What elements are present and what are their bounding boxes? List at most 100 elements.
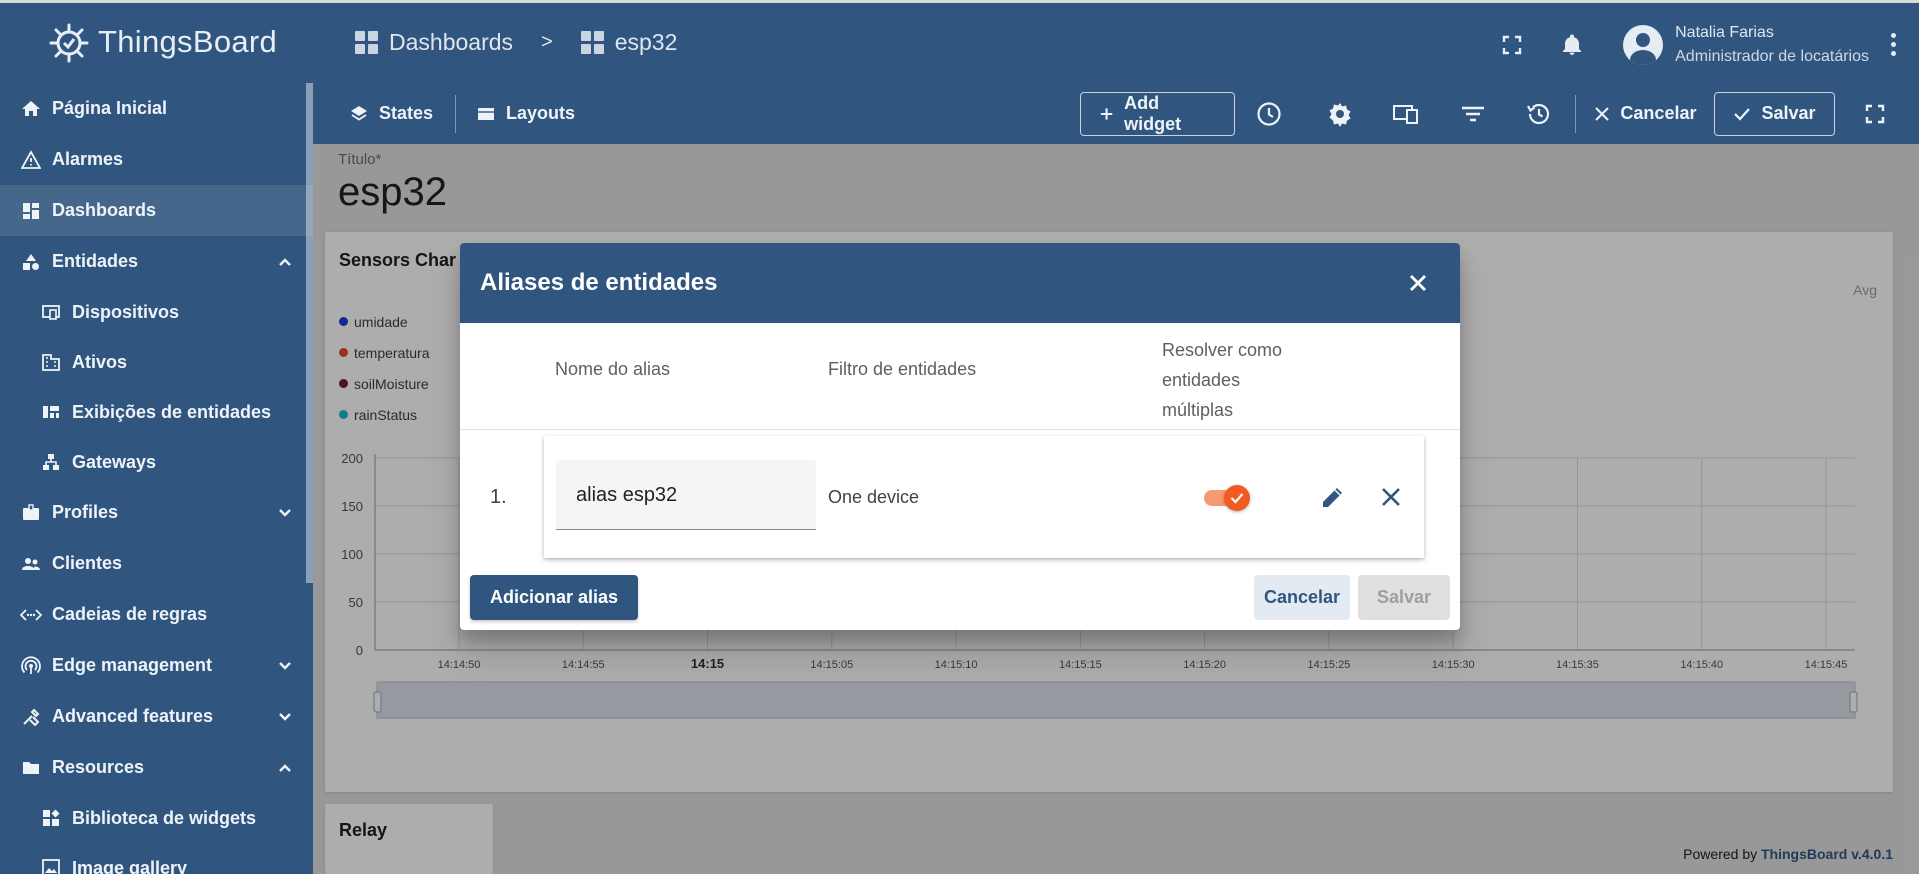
- fullscreen-icon: [1502, 35, 1522, 54]
- settings-button[interactable]: [1325, 99, 1354, 129]
- version-history-button[interactable]: [1525, 99, 1554, 129]
- more-vert-icon[interactable]: [1891, 33, 1897, 56]
- sidebar-scrollbar[interactable]: [306, 83, 313, 583]
- dashboard-toolbar: States Layouts Add widget Cancelar Salva…: [313, 83, 1919, 144]
- sidebar-item-edge-management[interactable]: Edge management: [0, 640, 313, 691]
- sidebar-item-entity-views[interactable]: Exibições de entidades: [0, 387, 313, 437]
- sidebar-item-customers[interactable]: Clientes: [0, 538, 313, 589]
- dashboard-fullscreen-button[interactable]: [1861, 99, 1890, 129]
- sidebar-item-gateways[interactable]: Gateways: [0, 437, 313, 487]
- sidebar-item-image-gallery[interactable]: Image gallery: [0, 843, 313, 874]
- header-actions: Natalia Farias Administrador de locatári…: [1497, 3, 1919, 86]
- sidebar-item-widget-library[interactable]: Biblioteca de widgets: [0, 793, 313, 843]
- chevron-up-icon: [279, 257, 291, 266]
- sidebar-item-profiles[interactable]: Profiles: [0, 487, 313, 538]
- top-header: ThingsBoard Dashboards > esp32 Natalia F…: [0, 0, 1919, 83]
- sidebar-item-label: Ativos: [72, 351, 128, 372]
- sidebar-item-alarms[interactable]: Alarmes: [0, 134, 313, 185]
- filter-list-icon: [1461, 106, 1484, 121]
- sidebar-item-label: Gateways: [72, 451, 157, 472]
- sidebar: Página Inicial Alarmes Dashboards Entida…: [0, 83, 313, 874]
- devices-button[interactable]: [1392, 99, 1421, 129]
- sidebar-item-entities[interactable]: Entidades: [0, 236, 313, 287]
- sidebar-item-label: Resources: [52, 757, 145, 777]
- brand-logo[interactable]: ThingsBoard: [46, 19, 277, 65]
- close-icon[interactable]: [1404, 269, 1432, 297]
- col-resolve-multiple-line: entidades: [1162, 370, 1241, 390]
- cancel-edit-label: Cancelar: [1620, 103, 1697, 123]
- history-icon: [1527, 103, 1550, 124]
- dialog-header: Aliases de entidades: [460, 243, 1460, 323]
- gear-icon: [1329, 102, 1351, 127]
- cancel-button[interactable]: Cancelar: [1254, 575, 1351, 620]
- sidebar-item-label: Image gallery: [72, 857, 188, 874]
- toolbar-divider: [455, 94, 456, 133]
- settings-ethernet-icon: [20, 604, 42, 626]
- close-icon: [1595, 106, 1610, 121]
- chevron-down-icon: [279, 508, 291, 517]
- clock-icon: [1257, 101, 1281, 126]
- sidebar-item-rule-chains[interactable]: Cadeias de regras: [0, 589, 313, 640]
- sidebar-item-assets[interactable]: Ativos: [0, 337, 313, 387]
- sidebar-item-label: Edge management: [52, 655, 213, 675]
- devices-icon: [40, 301, 62, 323]
- sidebar-item-dashboards[interactable]: Dashboards: [0, 185, 313, 236]
- warning-icon: [20, 149, 42, 171]
- sidebar-item-home[interactable]: Página Inicial: [0, 83, 313, 134]
- sidebar-item-label: Clientes: [52, 553, 123, 573]
- alias-name-input[interactable]: alias esp32: [556, 460, 816, 530]
- sidebar-item-label: Dispositivos: [72, 301, 180, 322]
- devices-icon: [1393, 104, 1419, 124]
- save-button[interactable]: Salvar: [1358, 575, 1450, 620]
- edit-icon[interactable]: [1320, 484, 1346, 510]
- save-dashboard-label: Salvar: [1761, 103, 1816, 123]
- entity-aliases-dialog: Aliases de entidades Nome do alias Filtr…: [460, 243, 1460, 630]
- layouts-button[interactable]: Layouts: [476, 103, 575, 124]
- col-resolve-multiple-line: múltiplas: [1162, 400, 1234, 420]
- chevron-up-icon: [279, 763, 291, 772]
- brand-name: ThingsBoard: [98, 24, 278, 59]
- add-alias-button[interactable]: Adicionar alias: [470, 575, 639, 620]
- col-resolve-multiple: Resolver como entidades múltiplas: [1162, 335, 1282, 425]
- fullscreen-icon: [1865, 104, 1884, 123]
- widgets-icon: [40, 807, 62, 829]
- states-label: States: [379, 103, 434, 123]
- notifications-button[interactable]: [1557, 30, 1587, 60]
- breadcrumb-current-label: esp32: [614, 29, 678, 55]
- toolbar-divider: [1575, 94, 1577, 133]
- toggle-thumb: [1224, 485, 1250, 511]
- save-dashboard-button[interactable]: Salvar: [1714, 91, 1835, 136]
- user-name: Natalia Farias: [1675, 23, 1774, 41]
- breadcrumb-current: esp32: [580, 29, 678, 56]
- row-index: 1.: [490, 486, 507, 508]
- chevron-down-icon: [279, 661, 291, 670]
- filters-button[interactable]: [1458, 99, 1487, 129]
- thingsboard-logo-icon: [49, 23, 89, 63]
- sidebar-item-label: Exibições de entidades: [72, 401, 272, 422]
- home-icon: [20, 98, 42, 120]
- dialog-title: Aliases de entidades: [480, 269, 718, 296]
- dashboard-icon: [20, 200, 42, 222]
- sidebar-item-devices[interactable]: Dispositivos: [0, 287, 313, 337]
- sidebar-item-resources[interactable]: Resources: [0, 742, 313, 793]
- breadcrumb-dashboards[interactable]: Dashboards: [355, 29, 513, 56]
- cancel-edit-button[interactable]: Cancelar: [1594, 103, 1696, 124]
- user-info[interactable]: Natalia Farias Administrador de locatári…: [1675, 21, 1869, 69]
- sidebar-item-label: Profiles: [52, 502, 119, 522]
- add-widget-button[interactable]: Add widget: [1080, 91, 1235, 136]
- user-role: Administrador de locatários: [1675, 47, 1869, 65]
- breadcrumb: Dashboards > esp32: [355, 29, 677, 56]
- states-button[interactable]: States: [349, 103, 433, 124]
- breadcrumb-dashboards-label: Dashboards: [389, 29, 514, 55]
- fullscreen-button[interactable]: [1497, 30, 1527, 60]
- plus-icon: [1100, 107, 1113, 120]
- view-quilt-icon: [40, 401, 62, 423]
- sidebar-item-advanced-features[interactable]: Advanced features: [0, 691, 313, 742]
- col-entity-filter: Filtro de entidades: [828, 359, 977, 379]
- avatar[interactable]: [1623, 24, 1664, 65]
- sidebar-item-label: Alarmes: [52, 149, 124, 169]
- add-widget-label: Add widget: [1124, 92, 1182, 134]
- delete-alias-icon[interactable]: [1380, 486, 1402, 508]
- timewindow-button[interactable]: [1255, 99, 1284, 129]
- sidebar-item-label: Página Inicial: [52, 98, 168, 118]
